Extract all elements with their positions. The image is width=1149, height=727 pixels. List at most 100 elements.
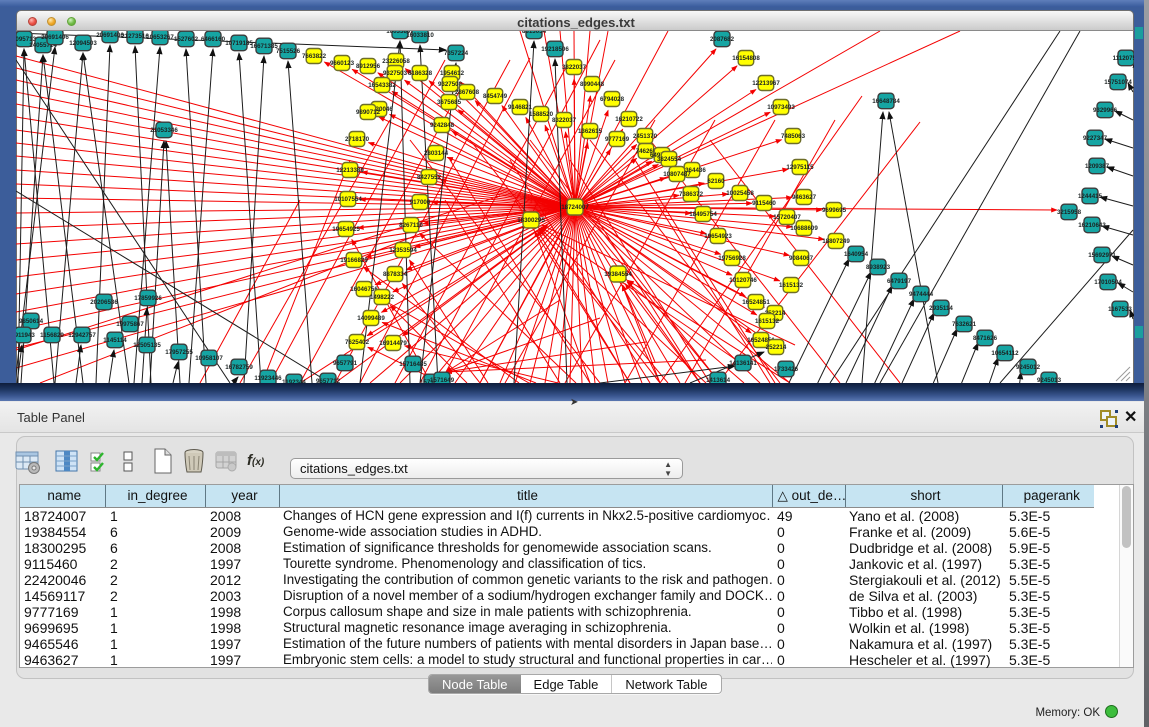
svg-text:12094503: 12094503 [69,40,97,47]
svg-text:16210643: 16210643 [1078,222,1106,229]
svg-text:2803144: 2803144 [424,150,449,157]
svg-text:7663822: 7663822 [302,53,327,60]
svg-text:1640954: 1640954 [844,251,869,258]
svg-text:1615132: 1615132 [755,318,780,325]
svg-text:16671385: 16671385 [250,43,278,50]
svg-text:252214: 252214 [766,344,787,351]
svg-text:9242848: 9242848 [430,122,455,129]
svg-text:6479197: 6479197 [887,278,912,285]
svg-text:19384554: 19384554 [604,271,632,278]
svg-text:6794028: 6794028 [600,96,625,103]
svg-text:9327503: 9327503 [383,70,408,77]
svg-text:1209387: 1209387 [1085,163,1110,170]
svg-text:12942757: 12942757 [68,332,96,339]
svg-text:21273516: 21273516 [121,33,149,40]
svg-text:21053346: 21053346 [150,127,178,134]
svg-text:16033810: 16033810 [406,32,434,39]
svg-text:10025458: 10025458 [726,190,754,197]
svg-text:7625402: 7625402 [345,339,370,346]
svg-text:18300295: 18300295 [517,217,545,224]
svg-text:19975867: 19975867 [116,321,144,328]
svg-text:8186328: 8186328 [408,70,433,77]
svg-text:10107554: 10107554 [334,196,362,203]
svg-text:1498222: 1498222 [370,294,395,301]
svg-text:7485063: 7485063 [781,133,806,140]
svg-text:9890712: 9890712 [356,109,381,116]
svg-text:7386372: 7386372 [679,191,704,198]
svg-text:16782759: 16782759 [225,364,253,371]
svg-text:9329966: 9329966 [1093,107,1118,114]
svg-text:7357224: 7357224 [444,50,469,57]
svg-text:2935114: 2935114 [929,305,953,312]
svg-text:1362615: 1362615 [578,128,603,135]
svg-text:10807487: 10807487 [663,171,691,178]
svg-text:23226058: 23226058 [382,58,410,65]
svg-text:11120758: 11120758 [1113,55,1134,62]
svg-text:9657791: 9657791 [333,360,358,367]
svg-text:8938923: 8938923 [866,264,891,271]
svg-text:10688609: 10688609 [790,225,818,232]
svg-text:9777169: 9777169 [605,136,630,143]
svg-text:12505135: 12505135 [133,342,161,349]
svg-text:8322037: 8322037 [552,117,577,124]
svg-text:1167533: 1167533 [1108,306,1132,313]
svg-text:1192344: 1192344 [282,379,306,383]
svg-text:18495754: 18495754 [689,211,717,218]
svg-text:10958107: 10958107 [195,355,223,362]
svg-text:15716485: 15716485 [399,361,427,368]
svg-text:18807249: 18807249 [822,238,850,245]
svg-text:8912956: 8912956 [356,63,381,70]
svg-text:15720407: 15720407 [773,214,801,221]
svg-text:11923446: 11923446 [254,375,282,382]
svg-text:16543382: 16543382 [368,82,396,89]
svg-text:62160: 62160 [707,178,725,185]
svg-text:1733426: 1733426 [774,366,799,373]
svg-text:20691406: 20691406 [41,34,69,41]
svg-text:1527602: 1527602 [174,36,199,43]
svg-text:12975115: 12975115 [786,164,814,171]
svg-text:2867608: 2867608 [455,89,480,96]
svg-text:8813054: 8813054 [522,31,547,35]
svg-text:9474444: 9474444 [909,291,934,298]
svg-text:8427552: 8427552 [417,174,442,181]
svg-text:16524851: 16524851 [742,299,770,306]
svg-text:19654923: 19654923 [704,233,732,240]
svg-text:1413614: 1413614 [706,377,731,383]
svg-text:10654112: 10654112 [991,350,1019,357]
svg-text:9245013: 9245013 [1037,377,1062,383]
svg-text:17957255: 17957255 [165,349,193,356]
svg-text:1244415: 1244415 [1078,193,1103,200]
svg-text:10973493: 10973493 [767,104,795,111]
svg-text:1145114: 1145114 [103,337,127,344]
svg-text:9699695: 9699695 [822,207,847,214]
svg-text:1615132: 1615132 [779,282,804,289]
svg-text:3824554: 3824554 [657,156,682,163]
svg-text:6466160: 6466160 [201,36,226,43]
svg-text:16210722: 16210722 [615,116,643,123]
svg-text:7632621: 7632621 [952,321,977,328]
svg-text:17010504: 17010504 [1094,279,1122,286]
svg-text:3911943: 3911943 [16,332,35,339]
svg-text:9084067: 9084067 [789,255,814,262]
svg-text:9657712: 9657712 [316,378,341,383]
svg-text:10719185: 10719185 [225,40,253,47]
svg-text:9115460: 9115460 [752,200,776,207]
svg-text:18724007: 18724007 [561,204,589,211]
svg-text:20206536: 20206536 [90,299,118,306]
svg-text:19756928: 19756928 [718,255,746,262]
svg-text:8471626: 8471626 [973,335,998,342]
svg-text:10653267: 10653267 [146,34,174,41]
svg-text:8990448: 8990448 [580,81,605,88]
svg-text:2451370: 2451370 [633,133,658,140]
svg-text:7515526: 7515526 [276,48,301,55]
svg-text:19166829: 19166829 [340,257,368,264]
svg-text:19218506: 19218506 [541,46,569,53]
svg-text:1156829: 1156829 [40,332,64,339]
svg-text:12213967: 12213967 [752,80,780,87]
svg-text:19654925: 19654925 [332,226,360,233]
svg-text:2718170: 2718170 [345,136,370,143]
svg-text:9227347: 9227347 [1083,135,1108,142]
svg-text:12213389: 12213389 [336,167,364,174]
svg-text:15692971: 15692971 [1088,252,1116,259]
svg-text:9245012: 9245012 [1016,364,1041,371]
